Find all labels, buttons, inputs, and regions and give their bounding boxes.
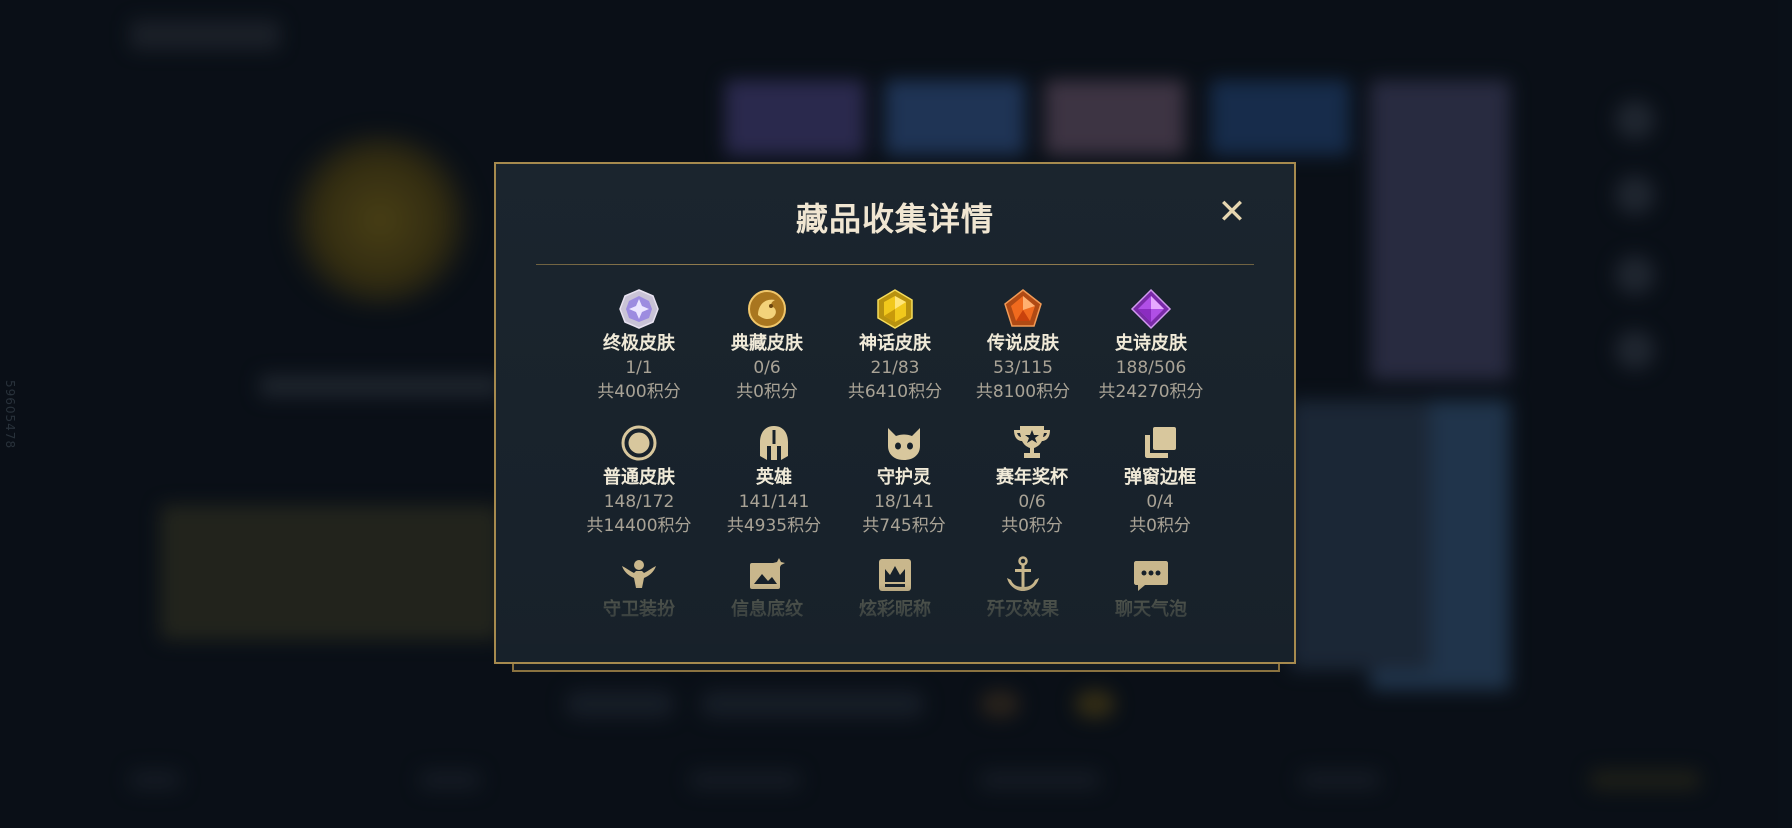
trophy-icon xyxy=(1011,422,1053,464)
anchor-icon xyxy=(1002,554,1044,596)
crown-card-icon xyxy=(874,554,916,596)
close-icon: ✕ xyxy=(1217,192,1247,232)
title-divider xyxy=(536,264,1254,265)
collection-item-epic-skin[interactable]: 史诗皮肤 188/506 共24270积分 xyxy=(1076,288,1226,404)
item-score: 共4935积分 xyxy=(726,516,822,536)
modal-ledge xyxy=(512,664,1280,672)
item-name: 英雄 xyxy=(756,467,792,488)
collection-item-champion[interactable]: 英雄 141/141 共4935积分 xyxy=(699,422,849,538)
mythic-gem-icon xyxy=(874,288,916,330)
dragon-emblem-icon xyxy=(746,288,788,330)
helmet-icon xyxy=(753,422,795,464)
epic-gem-icon xyxy=(1130,288,1172,330)
item-score: 共0积分 xyxy=(1129,516,1191,536)
circle-icon xyxy=(618,422,660,464)
ward-icon xyxy=(618,554,660,596)
collection-item-popup-frame[interactable]: 弹窗边框 0/4 共0积分 xyxy=(1085,422,1235,538)
item-count: 148/172 xyxy=(603,492,675,512)
frames-icon xyxy=(1139,422,1181,464)
dialog-title: 藏品收集详情 xyxy=(795,200,994,238)
item-name: 弹窗边框 xyxy=(1124,467,1196,488)
ultimate-gem-icon xyxy=(618,288,660,330)
collection-item-chat-bubble[interactable]: 聊天气泡 xyxy=(1076,554,1226,621)
banner-image-icon xyxy=(746,554,788,596)
item-score: 共24270积分 xyxy=(1098,382,1204,402)
item-count: 141/141 xyxy=(738,492,810,512)
item-score: 共14400积分 xyxy=(586,516,692,536)
item-count: 0/4 xyxy=(1146,492,1174,512)
chat-bubble-icon xyxy=(1130,554,1172,596)
guardian-face-icon xyxy=(883,422,925,464)
item-name: 普通皮肤 xyxy=(603,467,675,488)
collection-item-classic-skin[interactable]: 普通皮肤 148/172 共14400积分 xyxy=(564,422,714,538)
item-name: 聊天气泡 xyxy=(1115,599,1187,620)
close-button[interactable]: ✕ xyxy=(1214,194,1250,230)
legendary-gem-icon xyxy=(1002,288,1044,330)
item-count: 188/506 xyxy=(1115,358,1187,378)
item-name: 史诗皮肤 xyxy=(1115,333,1187,354)
collection-details-dialog: 藏品收集详情 ✕ 终极皮肤 1/1 共400积分 典藏皮肤 0/6 共0积分 神… xyxy=(494,162,1296,664)
